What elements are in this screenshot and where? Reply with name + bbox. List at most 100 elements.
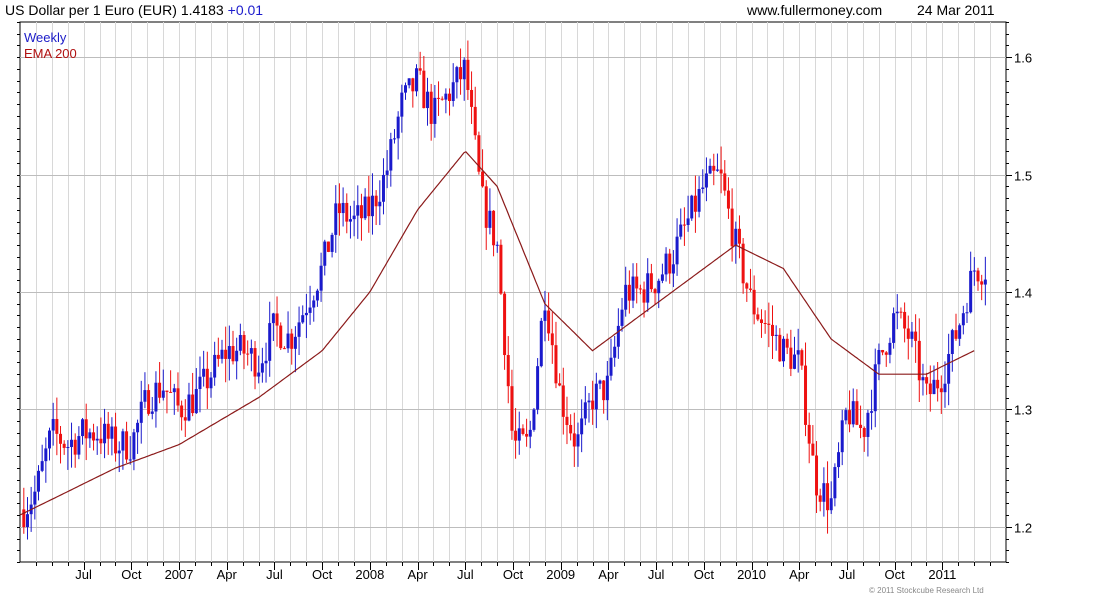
- candle-body: [161, 390, 165, 398]
- x-tick-label: Oct: [312, 567, 333, 582]
- candle-body: [939, 388, 943, 393]
- candle-body: [437, 97, 441, 99]
- candle-body: [499, 244, 503, 294]
- candle-body: [381, 174, 385, 202]
- candle-body: [851, 401, 855, 425]
- candle-body: [528, 429, 532, 437]
- candle-body: [187, 394, 191, 421]
- candle-body: [848, 410, 852, 425]
- candle-body: [268, 323, 272, 361]
- candle-body: [598, 380, 602, 384]
- candle-body: [704, 173, 708, 188]
- candle-body: [407, 78, 411, 86]
- candle-body: [84, 419, 88, 439]
- candle-body: [224, 349, 228, 359]
- candle-body: [158, 382, 162, 398]
- candle-body: [363, 196, 367, 219]
- candle-body: [44, 448, 48, 462]
- candle-body: [859, 424, 863, 429]
- candle-body: [73, 439, 77, 455]
- candle-body: [242, 334, 246, 354]
- candle-body: [191, 394, 195, 414]
- candle-body: [587, 400, 591, 403]
- candle-body: [642, 289, 646, 303]
- candle-body: [238, 334, 242, 351]
- candle-body: [679, 224, 683, 237]
- candle-body: [495, 244, 499, 246]
- candle-body: [121, 431, 125, 451]
- candle-body: [455, 67, 459, 83]
- candle-body: [818, 495, 822, 502]
- candle-body: [514, 430, 518, 441]
- candle-body: [462, 59, 466, 80]
- candle-body: [378, 201, 382, 207]
- candle-body: [128, 459, 132, 461]
- candle-body: [345, 202, 349, 222]
- candle-body: [154, 382, 158, 412]
- candle-body: [950, 330, 954, 354]
- candle-body: [132, 432, 136, 460]
- candle-body: [715, 169, 719, 171]
- candle-body: [25, 514, 29, 528]
- candle-body: [418, 68, 422, 71]
- candle-body: [304, 312, 308, 316]
- candle-body: [352, 215, 356, 220]
- candle-body: [726, 190, 730, 209]
- candle-body: [547, 310, 551, 334]
- candle-body: [804, 365, 808, 425]
- candle-body: [899, 311, 903, 313]
- candle-body: [220, 349, 224, 359]
- candle-body: [114, 426, 118, 454]
- y-tick-label: 1.2: [1014, 521, 1032, 536]
- candle-body: [550, 333, 554, 346]
- candle-body: [697, 188, 701, 212]
- candle-body: [928, 383, 932, 395]
- candle-body: [260, 363, 264, 373]
- candle-body: [884, 352, 888, 355]
- candle-body: [183, 417, 187, 421]
- candle-body: [88, 432, 92, 439]
- candle-body: [488, 210, 492, 228]
- candle-body: [62, 443, 66, 448]
- candle-body: [932, 379, 936, 395]
- candle-body: [961, 313, 965, 326]
- candle-body: [774, 334, 778, 336]
- candle-body: [312, 300, 316, 308]
- x-tick-label: Apr: [598, 567, 619, 582]
- x-tick-label: 2008: [355, 567, 384, 582]
- candle-body: [723, 173, 727, 191]
- candle-body: [348, 219, 352, 222]
- candle-body: [323, 241, 327, 266]
- x-tick-label: Jul: [839, 567, 856, 582]
- candle-body: [231, 346, 235, 362]
- x-tick-label: Oct: [885, 567, 906, 582]
- candle-body: [763, 323, 767, 325]
- candle-body: [767, 323, 771, 325]
- candle-body: [796, 350, 800, 355]
- candle-body: [433, 97, 437, 124]
- x-tick-label: Apr: [217, 567, 238, 582]
- candle-body: [253, 348, 257, 377]
- candle-body: [785, 338, 789, 348]
- candle-body: [756, 314, 760, 320]
- candle-body: [492, 210, 496, 246]
- candle-body: [400, 92, 404, 117]
- candle-body: [51, 418, 55, 431]
- x-tick-label: Jul: [457, 567, 474, 582]
- candle-body: [969, 270, 973, 313]
- candle-body: [870, 411, 874, 413]
- candle-body: [914, 331, 918, 341]
- candle-body: [205, 368, 209, 389]
- candle-body: [213, 354, 217, 378]
- candle-body: [143, 390, 147, 402]
- y-tick-label: 1.4: [1014, 286, 1032, 301]
- candle-body: [807, 424, 811, 444]
- legend-ema: EMA 200: [24, 46, 77, 61]
- candle-body: [616, 325, 620, 347]
- candle-body: [752, 289, 756, 315]
- x-tick-label: 2007: [165, 567, 194, 582]
- candle-body: [426, 91, 430, 109]
- candle-body: [337, 203, 341, 214]
- candle-body: [660, 274, 664, 281]
- candle-body: [330, 234, 334, 252]
